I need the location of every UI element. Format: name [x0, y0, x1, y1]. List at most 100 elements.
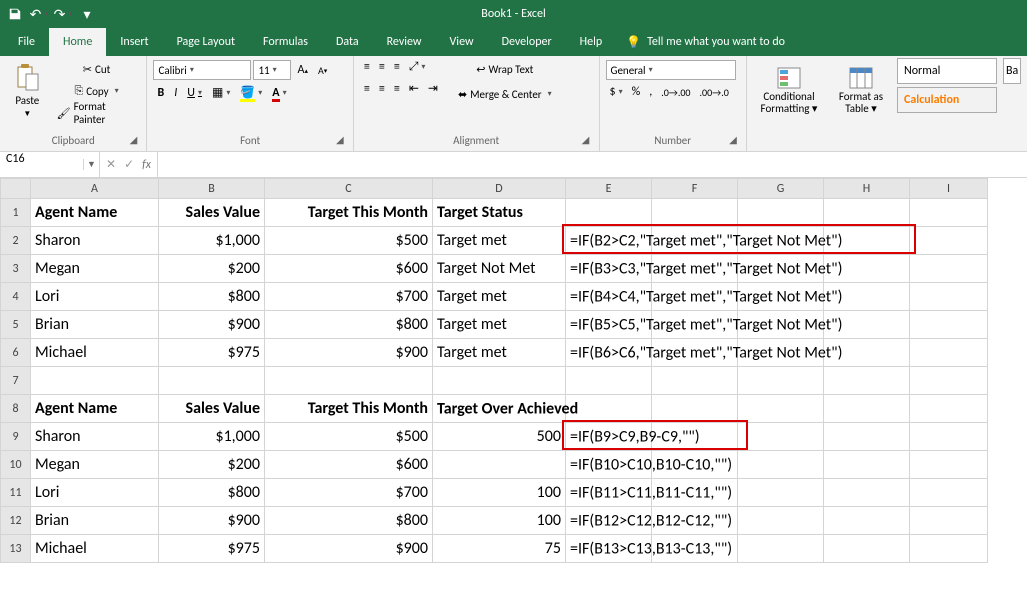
enter-formula-icon[interactable]: ✓	[124, 157, 134, 172]
tab-file[interactable]: File	[4, 28, 49, 56]
cell-D5[interactable]: Target met	[433, 311, 566, 339]
clipboard-dialog-launcher[interactable]: ◢	[126, 133, 140, 147]
undo-button[interactable]: ↶	[28, 3, 50, 25]
increase-decimal-button[interactable]: .0→.00	[657, 83, 694, 101]
row-header-9[interactable]: 9	[1, 423, 31, 451]
cell-I3[interactable]	[910, 255, 988, 283]
cell-D3[interactable]: Target Not Met	[433, 255, 566, 283]
cell-B12[interactable]: $900	[159, 507, 265, 535]
col-header-B[interactable]: B	[159, 179, 265, 199]
cell-B13[interactable]: $975	[159, 535, 265, 563]
cell-I9[interactable]	[910, 423, 988, 451]
cell-C9[interactable]: $500	[265, 423, 433, 451]
cell-I5[interactable]	[910, 311, 988, 339]
increase-indent-button[interactable]: ⇥	[424, 79, 442, 98]
cut-button[interactable]: ✂Cut	[53, 58, 141, 80]
font-color-button[interactable]: A	[268, 84, 290, 102]
cell-C4[interactable]: $700	[265, 283, 433, 311]
row-header-2[interactable]: 2	[1, 227, 31, 255]
spreadsheet-grid[interactable]: ABCDEFGHI1Agent NameSales ValueTarget Th…	[0, 178, 1027, 563]
cell-A10[interactable]: Megan	[31, 451, 159, 479]
col-header-F[interactable]: F	[652, 179, 738, 199]
col-header-A[interactable]: A	[31, 179, 159, 199]
formula-input[interactable]	[157, 152, 1027, 177]
cell-H7[interactable]	[824, 367, 910, 395]
tell-me-search[interactable]: 💡 Tell me what you want to do	[616, 28, 795, 56]
row-header-10[interactable]: 10	[1, 451, 31, 479]
cell-C10[interactable]: $600	[265, 451, 433, 479]
cell-D10[interactable]	[433, 451, 566, 479]
cell-C3[interactable]: $600	[265, 255, 433, 283]
cell-B11[interactable]: $800	[159, 479, 265, 507]
name-box-dropdown[interactable]: ▼	[83, 159, 99, 170]
cell-E8[interactable]	[566, 395, 652, 423]
cell-style-bad[interactable]: Ba	[1003, 58, 1021, 84]
cell-C7[interactable]	[265, 367, 433, 395]
cell-C13[interactable]: $900	[265, 535, 433, 563]
fill-color-button[interactable]: 🪣	[236, 83, 266, 102]
cell-A12[interactable]: Brian	[31, 507, 159, 535]
cell-E12[interactable]: =IF(B12>C12,B12-C12,"")	[566, 507, 652, 535]
cell-D7[interactable]	[433, 367, 566, 395]
cell-C8[interactable]: Target This Month	[265, 395, 433, 423]
cell-I10[interactable]	[910, 451, 988, 479]
align-middle-button[interactable]: ≡	[375, 58, 389, 76]
alignment-dialog-launcher[interactable]: ◢	[579, 133, 593, 147]
orientation-button[interactable]: ⤢	[405, 58, 430, 76]
cell-B9[interactable]: $1,000	[159, 423, 265, 451]
cell-E5[interactable]: =IF(B5>C5,"Target met","Target Not Met")	[566, 311, 652, 339]
cell-E11[interactable]: =IF(B11>C11,B11-C11,"")	[566, 479, 652, 507]
number-format-combo[interactable]: General	[606, 60, 736, 80]
border-button[interactable]: ▦	[208, 83, 234, 102]
cell-I12[interactable]	[910, 507, 988, 535]
cell-E4[interactable]: =IF(B4>C4,"Target met","Target Not Met")	[566, 283, 652, 311]
cell-F8[interactable]	[652, 395, 738, 423]
select-all-corner[interactable]	[1, 179, 31, 199]
font-size-combo[interactable]: 11	[253, 60, 291, 80]
cell-D9[interactable]: 500	[433, 423, 566, 451]
tab-help[interactable]: Help	[566, 28, 617, 56]
cell-B5[interactable]: $900	[159, 311, 265, 339]
cell-H11[interactable]	[824, 479, 910, 507]
percent-format-button[interactable]: %	[628, 83, 645, 101]
format-painter-button[interactable]: 🖌Format Painter	[53, 102, 141, 124]
cell-H8[interactable]	[824, 395, 910, 423]
conditional-formatting-button[interactable]: ConditionalFormatting ▾	[753, 58, 825, 124]
cell-D13[interactable]: 75	[433, 535, 566, 563]
cell-B1[interactable]: Sales Value	[159, 199, 265, 227]
name-box-value[interactable]: C16	[0, 152, 83, 177]
row-header-12[interactable]: 12	[1, 507, 31, 535]
tab-developer[interactable]: Developer	[488, 28, 566, 56]
cell-A3[interactable]: Megan	[31, 255, 159, 283]
tab-home[interactable]: Home	[49, 28, 106, 56]
row-header-7[interactable]: 7	[1, 367, 31, 395]
cell-B8[interactable]: Sales Value	[159, 395, 265, 423]
row-header-5[interactable]: 5	[1, 311, 31, 339]
format-as-table-button[interactable]: Format asTable ▾	[831, 58, 891, 124]
cell-A1[interactable]: Agent Name	[31, 199, 159, 227]
cell-I13[interactable]	[910, 535, 988, 563]
tab-review[interactable]: Review	[373, 28, 436, 56]
cell-D11[interactable]: 100	[433, 479, 566, 507]
font-dialog-launcher[interactable]: ◢	[333, 133, 347, 147]
cell-F1[interactable]	[652, 199, 738, 227]
tab-view[interactable]: View	[436, 28, 488, 56]
increase-font-button[interactable]: A▴	[293, 61, 311, 79]
cell-G1[interactable]	[738, 199, 824, 227]
accounting-format-button[interactable]: $	[606, 83, 627, 101]
align-bottom-button[interactable]: ≡	[390, 58, 404, 76]
cell-D1[interactable]: Target Status	[433, 199, 566, 227]
cell-D4[interactable]: Target met	[433, 283, 566, 311]
cell-A4[interactable]: Lori	[31, 283, 159, 311]
copy-button[interactable]: ⎘Copy	[53, 80, 141, 102]
merge-center-button[interactable]: ⬌Merge & Center	[454, 83, 556, 105]
col-header-G[interactable]: G	[738, 179, 824, 199]
cell-I7[interactable]	[910, 367, 988, 395]
name-box[interactable]: C16 ▼	[0, 152, 100, 177]
cell-H10[interactable]	[824, 451, 910, 479]
row-header-8[interactable]: 8	[1, 395, 31, 423]
cell-I6[interactable]	[910, 339, 988, 367]
align-left-button[interactable]: ≡	[360, 79, 374, 98]
col-header-E[interactable]: E	[566, 179, 652, 199]
decrease-decimal-button[interactable]: .00→.0	[696, 83, 733, 101]
